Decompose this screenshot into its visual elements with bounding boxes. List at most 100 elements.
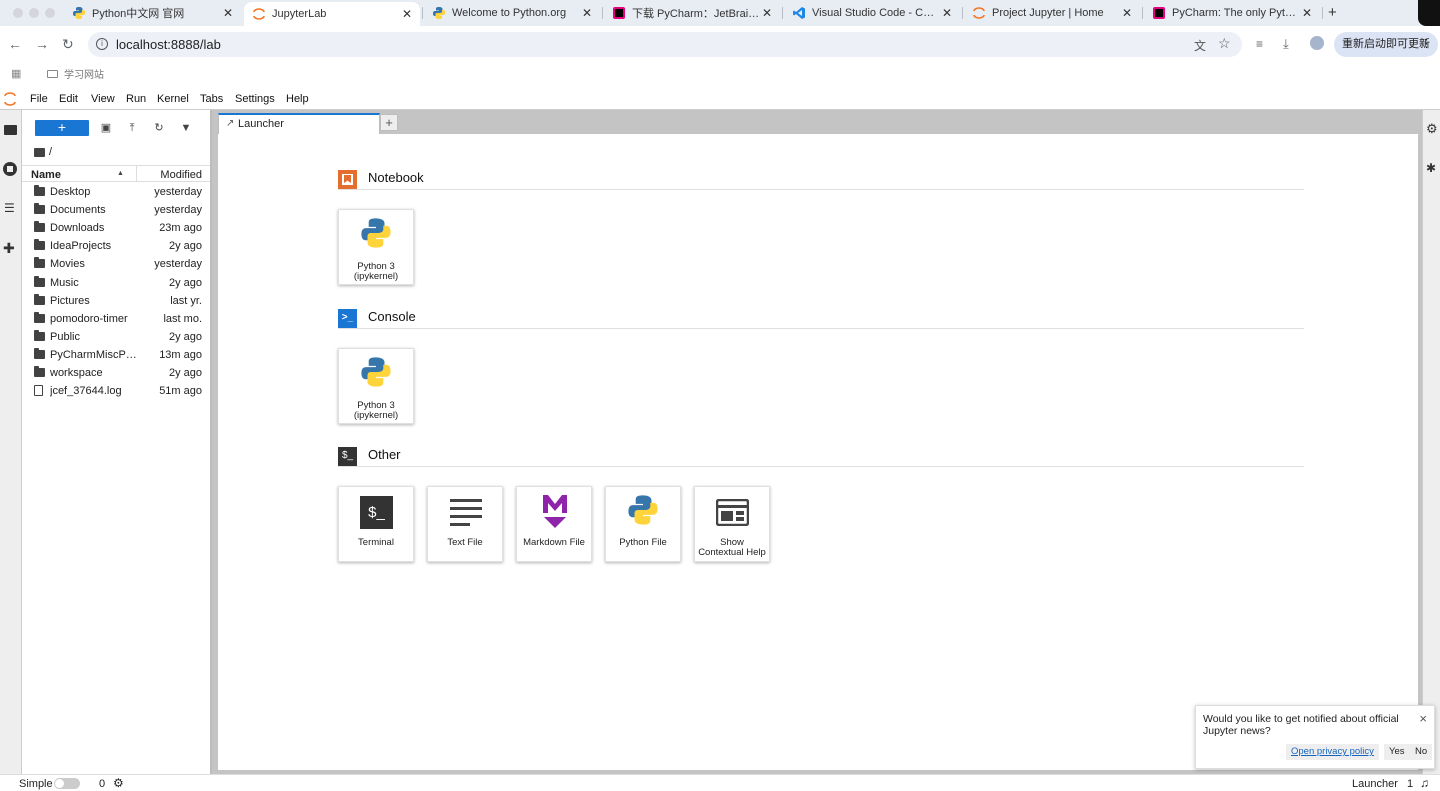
file-modified: 2y ago	[168, 240, 202, 253]
upload-icon[interactable]: ⤒	[126, 122, 138, 134]
column-modified[interactable]: Modified	[160, 169, 202, 181]
tab-search-icon[interactable]	[1418, 0, 1440, 26]
menu-tabs[interactable]: Tabs	[200, 93, 223, 105]
star-icon[interactable]: ☆	[1218, 35, 1231, 52]
profile-avatar[interactable]	[1310, 36, 1324, 50]
terminal-card[interactable]: $_ Terminal	[338, 486, 414, 562]
file-row[interactable]: Music 2y ago	[22, 274, 210, 292]
browser-tab[interactable]: Visual Studio Code - Code Editing ✕	[784, 2, 960, 24]
menu-view[interactable]: View	[91, 93, 115, 105]
close-icon[interactable]: ×	[1419, 711, 1427, 726]
notification-yes-button[interactable]: Yes	[1384, 744, 1410, 760]
launcher-tab-icon: ↗	[226, 118, 235, 129]
file-name: Movies	[50, 258, 85, 271]
url-bar[interactable]: i localhost:8888/lab 文 ☆	[88, 32, 1242, 57]
menu-settings[interactable]: Settings	[235, 93, 275, 105]
python-file-card[interactable]: Python File	[605, 486, 681, 562]
text-file-card[interactable]: Text File	[427, 486, 503, 562]
running-sessions-icon[interactable]	[3, 162, 17, 176]
folder-icon[interactable]	[4, 125, 17, 135]
file-row[interactable]: PyCharmMiscProject 13m ago	[22, 346, 210, 364]
window-zoom-button[interactable]	[45, 8, 55, 18]
file-row[interactable]: Downloads 23m ago	[22, 219, 210, 237]
card-label: Python File	[619, 537, 667, 548]
file-row[interactable]: pomodoro-timer last mo.	[22, 310, 210, 328]
card-label: Python 3 (ipykernel)	[353, 261, 399, 282]
file-row[interactable]: Public 2y ago	[22, 328, 210, 346]
close-icon[interactable]: ✕	[1120, 6, 1134, 20]
card-label: Text File	[447, 537, 483, 548]
folder-icon	[34, 366, 45, 377]
bookmark-folder[interactable]: 学习网站	[47, 66, 104, 81]
notification-no-button[interactable]: No	[1410, 744, 1433, 760]
site-info-icon[interactable]: i	[96, 38, 108, 50]
reload-icon[interactable]: ↻	[62, 36, 74, 53]
breadcrumb-path: /	[49, 146, 53, 158]
menu-edit[interactable]: Edit	[59, 93, 78, 105]
python-logo-icon	[72, 6, 86, 20]
browser-tab[interactable]: PyCharm: The only Python IDE ✕	[1144, 2, 1320, 24]
browser-tab[interactable]: 下载 PyCharm：JetBrains 出品 ✕	[604, 2, 780, 24]
extension-puzzle-icon[interactable]: ✚	[3, 240, 15, 257]
new-folder-icon[interactable]: ▣	[100, 122, 112, 134]
forward-arrow-icon[interactable]: →	[35, 36, 49, 52]
translate-icon[interactable]: 文	[1194, 37, 1206, 54]
notebook-python3-card[interactable]: Python 3 (ipykernel)	[338, 209, 414, 285]
privacy-policy-link[interactable]: Open privacy policy	[1286, 744, 1379, 760]
contextual-help-card[interactable]: Show Contextual Help	[694, 486, 770, 562]
debugger-bug-icon[interactable]: ✱	[1426, 161, 1436, 175]
news-notification: Would you like to get notified about off…	[1195, 705, 1435, 769]
breadcrumb[interactable]: /	[34, 146, 52, 158]
browser-tab-strip: Python中文网 官网 ✕ JupyterLab ✕ Welcome to P…	[0, 0, 1440, 26]
property-inspector-gear-icon[interactable]: ⚙	[1426, 121, 1438, 137]
active-document-label: Launcher	[1352, 778, 1398, 790]
column-name[interactable]: Name	[31, 169, 61, 181]
menu-help[interactable]: Help	[286, 93, 309, 105]
tab-title: JupyterLab	[272, 8, 327, 20]
back-arrow-icon[interactable]: ←	[8, 36, 22, 52]
update-button[interactable]: 重新启动即可更新 ⋮	[1334, 32, 1438, 57]
file-row[interactable]: Pictures last yr.	[22, 292, 210, 310]
menu-file[interactable]: File	[30, 93, 48, 105]
new-launcher-button[interactable]: +	[35, 120, 89, 136]
menu-run[interactable]: Run	[126, 93, 146, 105]
tab-launcher[interactable]: ↗ Launcher	[218, 113, 380, 135]
download-icon[interactable]: ⤓	[1283, 36, 1289, 52]
simple-mode-toggle[interactable]	[54, 778, 80, 789]
file-browser: + ▣ ⤒ ↻ ▼ / Name ▲ Modified Desktop yeste…	[22, 110, 212, 774]
card-label: Markdown File	[523, 537, 585, 548]
markdown-file-card[interactable]: Markdown File	[516, 486, 592, 562]
kernel-count[interactable]: 0	[99, 778, 105, 790]
file-row[interactable]: Movies yesterday	[22, 255, 210, 273]
window-close-button[interactable]	[13, 8, 23, 18]
browser-tab[interactable]: Python中文网 官网 ✕	[64, 2, 241, 24]
console-python3-card[interactable]: Python 3 (ipykernel)	[338, 348, 414, 424]
close-icon[interactable]: ✕	[580, 6, 594, 20]
new-tab-button[interactable]: +	[1328, 4, 1337, 21]
add-tab-button[interactable]: +	[380, 114, 398, 131]
console-section-header: >_ Console	[338, 307, 1304, 329]
filter-icon[interactable]: ▼	[180, 122, 192, 134]
file-row[interactable]: jcef_37644.log 51m ago	[22, 382, 210, 400]
close-icon[interactable]: ✕	[400, 7, 414, 21]
table-of-contents-icon[interactable]: ☰	[4, 202, 15, 214]
close-icon[interactable]: ✕	[221, 6, 235, 20]
close-icon[interactable]: ✕	[1300, 6, 1314, 20]
menu-kernel[interactable]: Kernel	[157, 93, 189, 105]
kernel-gear-icon[interactable]: ⚙	[113, 776, 124, 790]
window-minimize-button[interactable]	[29, 8, 39, 18]
close-icon[interactable]: ✕	[760, 6, 774, 20]
browser-tab[interactable]: Welcome to Python.org ✕	[424, 2, 600, 24]
file-row[interactable]: workspace 2y ago	[22, 364, 210, 382]
bell-icon[interactable]: ♫	[1420, 776, 1429, 790]
file-row[interactable]: Documents yesterday	[22, 201, 210, 219]
apps-grid-icon[interactable]: ▦	[11, 67, 23, 80]
refresh-icon[interactable]: ↻	[153, 122, 165, 134]
file-row[interactable]: Desktop yesterday	[22, 183, 210, 201]
close-icon[interactable]: ✕	[940, 6, 954, 20]
file-row[interactable]: IdeaProjects 2y ago	[22, 237, 210, 255]
browser-tab-active[interactable]: JupyterLab ✕	[244, 2, 420, 26]
tab-title: 下载 PyCharm：JetBrains 出品	[632, 8, 760, 20]
browser-tab[interactable]: Project Jupyter | Home ✕	[964, 2, 1140, 24]
reading-list-icon[interactable]: ≡	[1256, 37, 1263, 51]
